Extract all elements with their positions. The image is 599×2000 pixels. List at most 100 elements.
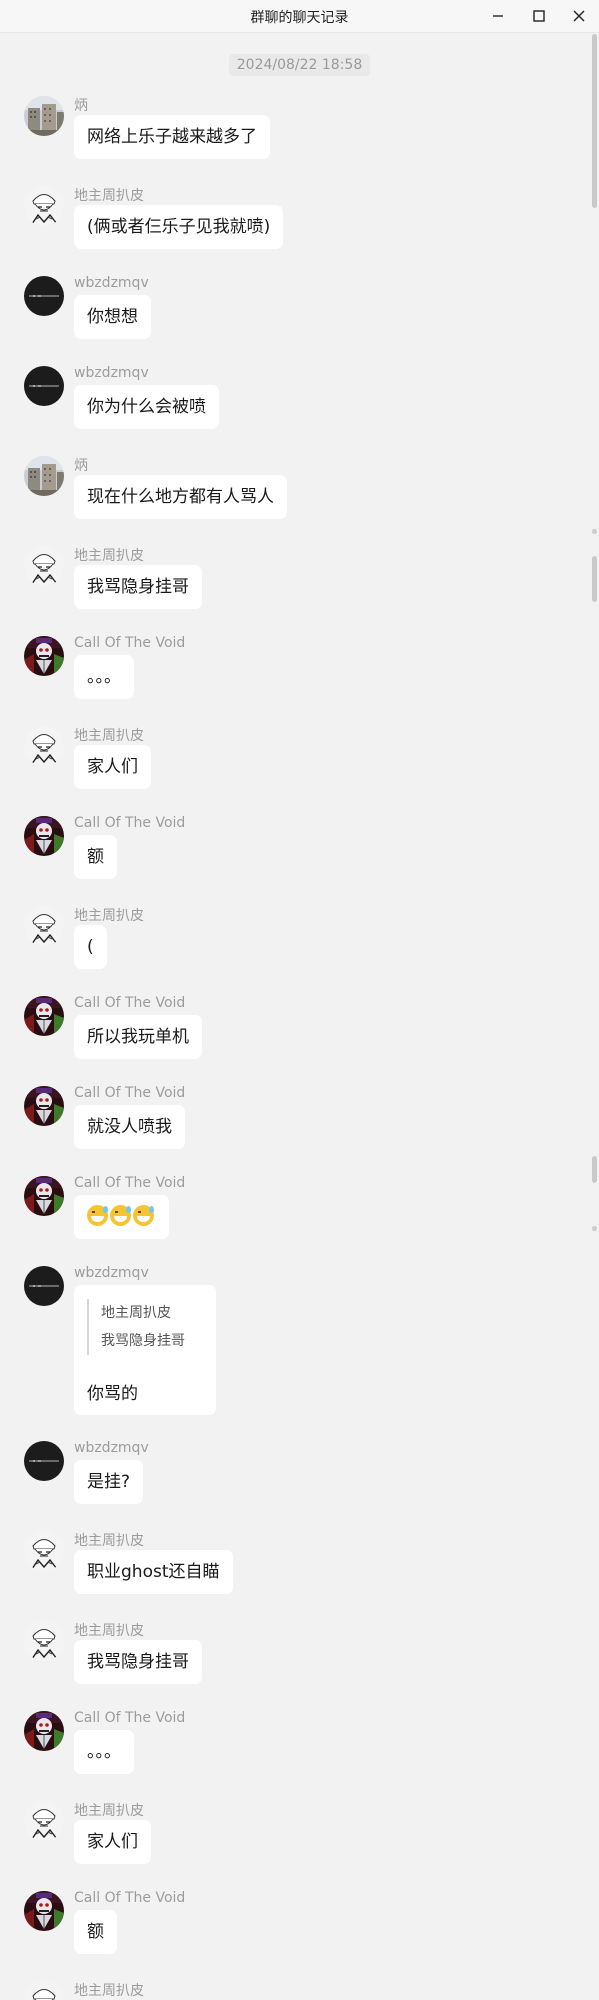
chat-message: 地主周扒皮职业ghost还自瞄	[0, 1531, 580, 1595]
message-text: 额	[87, 847, 104, 867]
message-bubble[interactable]: 家人们	[74, 745, 151, 789]
message-text: 你想想	[87, 307, 138, 327]
message-text: 我骂隐身挂哥	[87, 577, 189, 597]
sender-name: 地主周扒皮	[74, 548, 144, 564]
close-icon	[573, 10, 585, 22]
message-text: 职业ghost还自瞄	[87, 1562, 220, 1582]
chat-message: 炳网络上乐子越来越多了	[0, 96, 580, 160]
message-bubble[interactable]	[74, 1195, 169, 1239]
chat-message: Call Of The Void 。。。	[0, 1710, 580, 1775]
message-bubble[interactable]: 现在什么地方都有人骂人	[74, 475, 287, 519]
quoted-text: 我骂隐身挂哥	[101, 1333, 185, 1349]
avatar[interactable]	[24, 906, 64, 946]
avatar[interactable]	[24, 816, 64, 856]
avatar[interactable]	[24, 1981, 64, 2000]
message-text: (俩或者仨乐子见我就喷)	[87, 217, 271, 237]
message-bubble[interactable]: 额	[74, 1910, 117, 1954]
chat-message: wbzdzmqv 你为什么会被喷	[0, 365, 580, 430]
chat-message: 地主周扒皮 (	[0, 906, 580, 970]
chat-message: wbzdzmqv 地主周扒皮 我骂隐身挂哥 你骂的	[0, 1265, 580, 1416]
sender-name: Call Of The Void	[74, 1710, 186, 1726]
message-bubble[interactable]: 。。。	[74, 1730, 134, 1774]
quoted-message[interactable]: 地主周扒皮我骂隐身挂哥	[87, 1299, 185, 1355]
close-button[interactable]	[562, 4, 596, 28]
message-bubble[interactable]: 网络上乐子越来越多了	[74, 115, 270, 159]
avatar[interactable]	[24, 1531, 64, 1571]
message-bubble[interactable]: 你为什么会被喷	[74, 385, 219, 429]
chat-message: 地主周扒皮	[0, 1981, 580, 2000]
scrollbar-thumb[interactable]	[592, 34, 597, 208]
maximize-button[interactable]	[522, 4, 556, 28]
message-bubble[interactable]: 家人们	[74, 1820, 151, 1864]
avatar[interactable]	[24, 1086, 64, 1126]
avatar[interactable]	[24, 1621, 64, 1661]
title-bar[interactable]: 群聊的聊天记录	[0, 0, 599, 33]
sender-name: 地主周扒皮	[74, 908, 144, 924]
sender-name: 地主周扒皮	[74, 1803, 144, 1819]
maximize-icon	[533, 10, 545, 22]
message-text: 所以我玩单机	[87, 1027, 189, 1047]
message-bubble[interactable]: 你想想	[74, 295, 151, 339]
avatar[interactable]	[24, 996, 64, 1036]
sender-name: 地主周扒皮	[74, 728, 144, 744]
message-bubble[interactable]: 我骂隐身挂哥	[74, 565, 202, 609]
message-bubble[interactable]: 地主周扒皮我骂隐身挂哥你骂的	[74, 1285, 216, 1415]
quoted-author: 地主周扒皮	[101, 1305, 171, 1321]
chat-message: 地主周扒皮家人们	[0, 1801, 580, 1865]
avatar[interactable]	[24, 1711, 64, 1751]
avatar[interactable]	[24, 456, 64, 496]
avatar[interactable]	[24, 1801, 64, 1841]
message-text: 家人们	[87, 1832, 138, 1852]
avatar[interactable]	[24, 1266, 64, 1306]
timestamp-label: 2024/08/22 18:58	[228, 54, 371, 76]
sender-name: 炳	[74, 98, 88, 114]
chat-message: Call Of The Void 就没人喷我	[0, 1085, 580, 1150]
message-bubble[interactable]: (	[74, 925, 107, 969]
avatar[interactable]	[24, 276, 64, 316]
sender-name: wbzdzmqv	[74, 1440, 149, 1456]
minimize-button[interactable]	[481, 4, 515, 28]
chat-message: Call Of The Void	[0, 1175, 580, 1240]
message-bubble[interactable]: 是挂?	[74, 1460, 144, 1504]
chat-message: Call Of The Void 所以我玩单机	[0, 995, 580, 1060]
sender-name: Call Of The Void	[74, 1175, 186, 1191]
avatar[interactable]	[24, 546, 64, 586]
message-bubble[interactable]: (俩或者仨乐子见我就喷)	[74, 205, 284, 249]
avatar[interactable]	[24, 1891, 64, 1931]
grinning-sweat-emoji	[110, 1205, 131, 1226]
sender-name: Call Of The Void	[74, 995, 186, 1011]
message-bubble[interactable]: 额	[74, 835, 117, 879]
message-text: 你骂的	[87, 1384, 138, 1404]
sender-name: 地主周扒皮	[74, 1983, 144, 1999]
chat-message: 地主周扒皮我骂隐身挂哥	[0, 546, 580, 610]
avatar[interactable]	[24, 96, 64, 136]
message-bubble[interactable]: 就没人喷我	[74, 1105, 185, 1149]
chat-message: 地主周扒皮 家人们	[0, 726, 580, 790]
chat-message: 地主周扒皮 我骂隐身挂哥	[0, 1621, 580, 1685]
scroll-marker	[592, 529, 597, 534]
chat-message: wbzdzmqv 是挂?	[0, 1440, 580, 1505]
avatar[interactable]	[24, 1176, 64, 1216]
message-bubble[interactable]: 我骂隐身挂哥	[74, 1640, 202, 1684]
chat-message: Call Of The Void 额	[0, 815, 580, 880]
message-text: 。。。	[87, 667, 121, 687]
sender-name: Call Of The Void	[74, 635, 186, 651]
message-bubble[interactable]: 职业ghost还自瞄	[74, 1550, 233, 1594]
avatar[interactable]	[24, 1441, 64, 1481]
avatar[interactable]	[24, 636, 64, 676]
avatar[interactable]	[24, 366, 64, 406]
sender-name: wbzdzmqv	[74, 365, 149, 381]
sender-name: Call Of The Void	[74, 1890, 186, 1906]
message-text: (	[87, 937, 94, 957]
avatar[interactable]	[24, 726, 64, 766]
message-bubble[interactable]: 。。。	[74, 655, 134, 699]
avatar[interactable]	[24, 186, 64, 226]
scrollbar[interactable]	[590, 33, 599, 2000]
grinning-sweat-emoji	[133, 1205, 154, 1226]
sender-name: 地主周扒皮	[74, 188, 144, 204]
sender-name: 地主周扒皮	[74, 1533, 144, 1549]
sender-name: 地主周扒皮	[74, 1623, 144, 1639]
message-bubble[interactable]: 所以我玩单机	[74, 1015, 202, 1059]
message-text: 是挂?	[87, 1472, 131, 1492]
chat-message: wbzdzmqv 你想想	[0, 275, 580, 340]
